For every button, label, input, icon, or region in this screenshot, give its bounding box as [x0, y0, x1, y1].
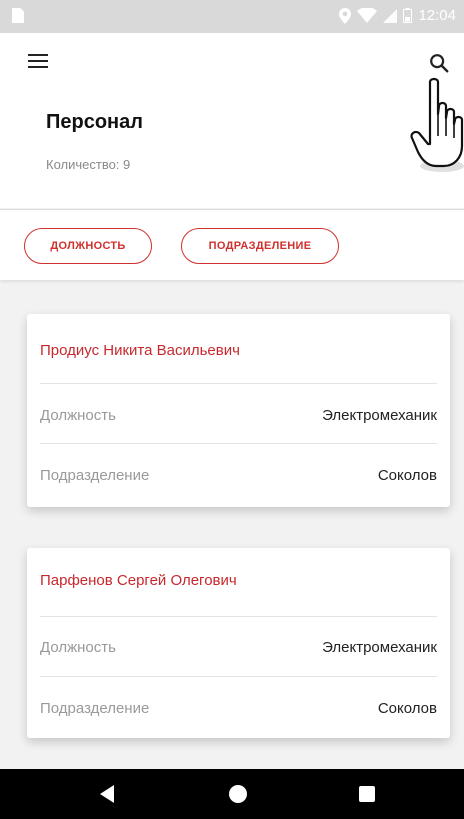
employee-card[interactable]: Парфенов Сергей Олегович Должность Элект… — [27, 548, 450, 738]
hand-pointer-icon — [410, 77, 464, 172]
employee-card[interactable]: Продиус Никита Васильевич Должность Элек… — [27, 314, 450, 507]
employee-name: Парфенов Сергей Олегович — [40, 572, 237, 589]
divider — [40, 616, 437, 617]
app-header: Персонал Количество: 9 — [0, 33, 464, 208]
search-icon[interactable] — [428, 52, 450, 74]
system-nav-bar — [0, 769, 464, 819]
signal-icon — [383, 8, 398, 23]
status-bar: 12:04 — [0, 0, 464, 33]
sim-card-icon — [12, 8, 24, 23]
position-label: Должность — [40, 406, 116, 424]
status-icons: 12:04 — [339, 7, 456, 24]
battery-icon — [403, 8, 413, 23]
filter-bar: ДОЛЖНОСТЬ ПОДРАЗДЕЛЕНИЕ — [0, 209, 464, 280]
filter-chip-position[interactable]: ДОЛЖНОСТЬ — [24, 228, 152, 264]
position-row: Должность Электромеханик — [40, 637, 437, 657]
back-triangle-icon[interactable] — [100, 785, 114, 803]
division-value: Соколов — [377, 699, 437, 717]
division-label: Подразделение — [40, 466, 150, 484]
recent-apps-square-icon[interactable] — [359, 786, 375, 802]
division-row: Подразделение Соколов — [40, 465, 437, 485]
location-icon — [339, 7, 352, 24]
wifi-icon — [357, 8, 378, 23]
division-value: Соколов — [377, 466, 437, 484]
divider — [40, 443, 437, 444]
position-row: Должность Электромеханик — [40, 405, 437, 425]
position-label: Должность — [40, 638, 116, 656]
division-row: Подразделение Соколов — [40, 698, 437, 718]
status-time: 12:04 — [418, 7, 456, 24]
hamburger-menu-icon[interactable] — [28, 54, 48, 70]
employee-name: Продиус Никита Васильевич — [40, 342, 240, 359]
page-title: Персонал — [46, 111, 143, 133]
home-circle-icon[interactable] — [229, 785, 247, 803]
divider — [40, 383, 437, 384]
employee-count: Количество: 9 — [46, 157, 131, 172]
filter-chip-division[interactable]: ПОДРАЗДЕЛЕНИЕ — [181, 228, 339, 264]
position-value: Электромеханик — [322, 638, 437, 656]
divider — [40, 676, 437, 677]
position-value: Электромеханик — [322, 406, 437, 424]
division-label: Подразделение — [40, 699, 150, 717]
